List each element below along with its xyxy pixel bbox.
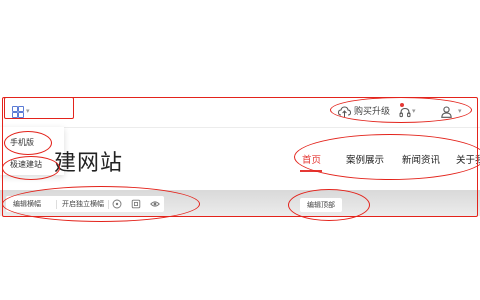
site-title: 建网站: [54, 151, 124, 176]
divider: [108, 200, 109, 209]
edit-header-button[interactable]: 编辑顶部: [300, 198, 342, 212]
help-circle-icon[interactable]: [112, 199, 122, 209]
chevron-down-icon[interactable]: ▾: [458, 107, 462, 115]
chevron-down-icon[interactable]: ▾: [412, 107, 416, 115]
nav-item-home[interactable]: 首页: [302, 152, 321, 166]
independent-banner-button[interactable]: 开启独立横幅: [62, 199, 104, 209]
edit-banner-button[interactable]: 编辑横幅: [13, 199, 41, 209]
nav-item-cases[interactable]: 案例展示: [346, 152, 384, 166]
menu-item-mobile[interactable]: 手机版: [10, 137, 34, 148]
user-icon[interactable]: [441, 106, 452, 118]
nav-item-news[interactable]: 新闻资讯: [402, 152, 440, 166]
eye-icon[interactable]: [150, 199, 160, 209]
menu-item-quick-build[interactable]: 极速建站: [10, 159, 42, 170]
chevron-down-icon[interactable]: ▾: [26, 107, 30, 115]
nav-item-about[interactable]: 关于我: [456, 152, 480, 166]
divider: [56, 200, 57, 209]
annotation-nav-circle: [294, 134, 480, 180]
info-square-icon[interactable]: [131, 199, 141, 209]
cloud-cart-icon: [338, 106, 351, 117]
banner-edit-toolbar: 编辑横幅 开启独立横幅: [6, 196, 164, 212]
headset-icon[interactable]: [399, 107, 411, 119]
nav-active-indicator: [300, 170, 322, 172]
upgrade-label: 购买升级: [354, 107, 391, 117]
